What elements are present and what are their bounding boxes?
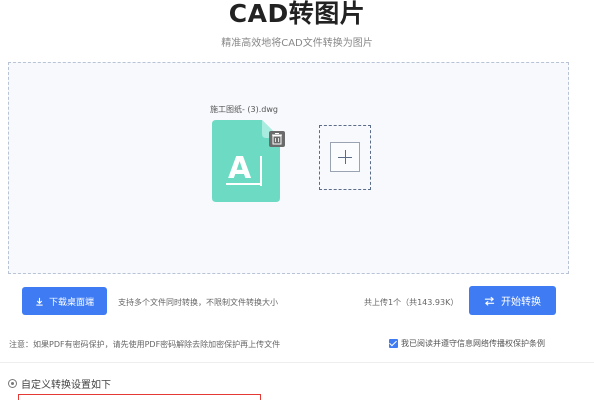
- uploaded-file-name: 施工图纸- (3).dwg: [210, 105, 279, 114]
- swap-arrows-icon: [484, 296, 495, 306]
- plus-icon: [330, 142, 360, 172]
- radio-circle-icon: [8, 379, 17, 388]
- custom-settings-label: 自定义转换设置如下: [21, 380, 111, 391]
- password-notice: 注意：如果PDF有密码保护，请先使用PDF密码解除去除加密保护再上传文件: [9, 340, 281, 349]
- download-desktop-label: 下载桌面端: [48, 297, 94, 308]
- custom-settings-header: 自定义转换设置如下: [8, 376, 111, 391]
- start-convert-button[interactable]: 开始转换: [469, 286, 556, 315]
- upload-drop-zone[interactable]: [8, 62, 569, 274]
- file-icon-letter: A: [228, 151, 252, 186]
- settings-option-box[interactable]: [18, 394, 261, 400]
- section-divider: [0, 362, 594, 363]
- page-title: CAD转图片: [228, 0, 366, 28]
- download-desktop-button[interactable]: 下载桌面端: [22, 287, 107, 315]
- page-subtitle: 精准高效地将CAD文件转换为图片: [221, 38, 373, 49]
- upload-hint: 支持多个文件同时转换，不限制文件转换大小: [118, 298, 278, 307]
- start-convert-label: 开始转换: [501, 297, 541, 308]
- add-file-button[interactable]: [319, 125, 371, 190]
- trash-icon[interactable]: [269, 131, 285, 147]
- cad-to-image-page: CAD转图片 精准高效地将CAD文件转换为图片 施工图纸- (3).dwg A …: [0, 0, 594, 400]
- agreement-row: 我已阅读并遵守信息网络传播权保护条例: [389, 338, 545, 349]
- agreement-checkbox[interactable]: [389, 339, 398, 348]
- download-icon: [36, 297, 43, 306]
- upload-count: 共上传1个（共143.93K）: [364, 298, 459, 307]
- agreement-label[interactable]: 我已阅读并遵守信息网络传播权保护条例: [401, 338, 545, 349]
